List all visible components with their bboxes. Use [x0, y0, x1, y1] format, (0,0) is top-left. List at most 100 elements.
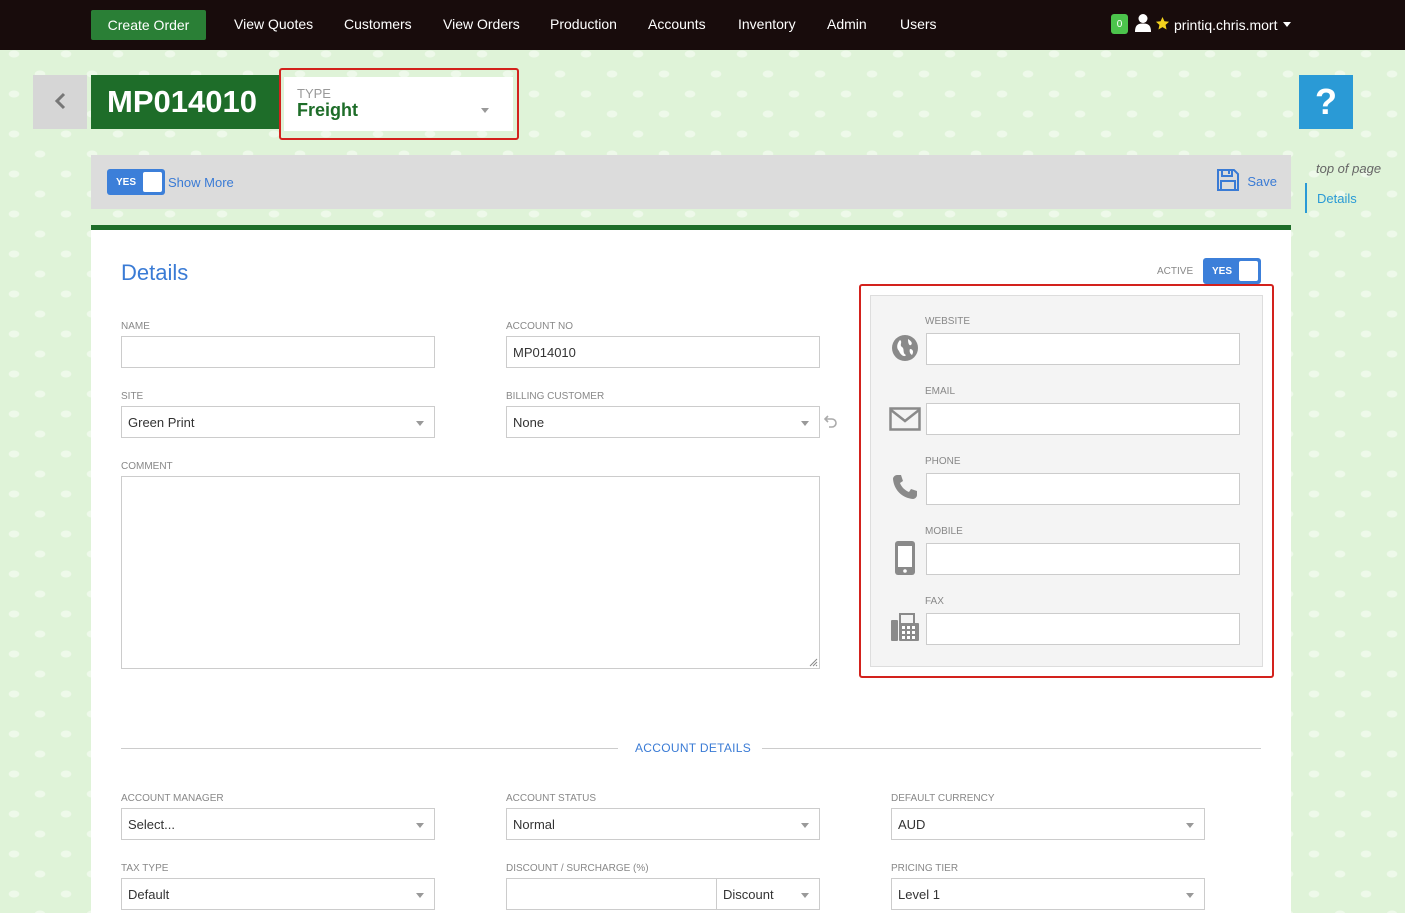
discount-mode-value: Discount: [723, 886, 774, 902]
account-status-value: Normal: [513, 816, 555, 832]
back-button[interactable]: [33, 75, 87, 129]
save-button[interactable]: Save: [1216, 168, 1277, 195]
billing-customer-select[interactable]: None: [506, 406, 820, 438]
mobile-field[interactable]: [926, 543, 1240, 575]
account-manager-value: Select...: [128, 816, 175, 832]
chevron-down-icon: [1283, 22, 1292, 27]
phone-icon: [891, 473, 919, 501]
active-label: ACTIVE: [1157, 266, 1194, 277]
resize-handle-icon[interactable]: [809, 658, 818, 667]
show-more-toggle[interactable]: YES: [107, 169, 165, 195]
fax-field[interactable]: [926, 613, 1240, 645]
discount-label: DISCOUNT / SURCHARGE (%): [506, 863, 649, 874]
name-field[interactable]: [121, 336, 435, 368]
floppy-disk-icon: [1216, 168, 1240, 195]
nav-view-orders[interactable]: View Orders: [443, 16, 520, 32]
discount-mode-select[interactable]: Discount: [716, 878, 820, 910]
pricing-tier-value: Level 1: [898, 886, 940, 902]
email-field[interactable]: [926, 403, 1240, 435]
fax-label: FAX: [925, 596, 944, 607]
type-value: Freight: [297, 100, 358, 120]
divider-left: [121, 748, 618, 749]
show-more-link[interactable]: Show More: [168, 175, 234, 190]
site-select[interactable]: Green Print: [121, 406, 435, 438]
nav-customers[interactable]: Customers: [344, 16, 412, 32]
help-button[interactable]: ?: [1299, 75, 1353, 129]
fax-icon: [889, 611, 921, 643]
default-currency-select[interactable]: AUD: [891, 808, 1205, 840]
comment-label: COMMENT: [121, 461, 173, 472]
toggle-knob: [143, 172, 162, 192]
chevron-down-icon: [801, 823, 809, 828]
account-details-heading: ACCOUNT DETAILS: [635, 741, 752, 755]
chevron-down-icon: [416, 893, 424, 898]
top-navigation-bar: Create Order View Quotes Customers View …: [0, 0, 1405, 50]
create-order-button[interactable]: Create Order: [91, 10, 206, 40]
chevron-down-icon: [801, 893, 809, 898]
site-value: Green Print: [128, 414, 195, 430]
section-title: Details: [121, 260, 189, 285]
toggle-knob: [1239, 261, 1258, 281]
chevron-down-icon: [801, 421, 809, 426]
nav-production[interactable]: Production: [550, 16, 617, 32]
nav-inventory[interactable]: Inventory: [738, 16, 796, 32]
email-label: EMAIL: [925, 386, 956, 397]
user-icon: [1135, 13, 1151, 36]
pricing-tier-select[interactable]: Level 1: [891, 878, 1205, 910]
type-label: TYPE: [297, 86, 331, 101]
type-select[interactable]: TYPE Freight: [284, 77, 513, 131]
record-id-title: MP014010: [91, 75, 279, 129]
side-nav-details[interactable]: Details: [1305, 183, 1357, 213]
nav-users[interactable]: Users: [900, 16, 937, 32]
account-manager-select[interactable]: Select...: [121, 808, 435, 840]
toolbar: YES Show More Save: [91, 155, 1291, 209]
notification-badge[interactable]: 0: [1111, 14, 1128, 34]
star-icon: [1155, 16, 1170, 34]
active-toggle[interactable]: YES: [1203, 258, 1261, 284]
phone-label: PHONE: [925, 456, 961, 467]
nav-view-quotes[interactable]: View Quotes: [234, 16, 313, 32]
details-panel: Details ACTIVE YES NAME ACCOUNT NO MP014…: [91, 225, 1291, 913]
divider-right: [762, 748, 1261, 749]
contact-highlight-box: WEBSITE EMAIL PHONE MOBILE FAX: [859, 284, 1274, 678]
chevron-down-icon: [1186, 893, 1194, 898]
toggle-label: YES: [116, 176, 137, 188]
pricing-tier-label: PRICING TIER: [891, 863, 959, 874]
nav-admin[interactable]: Admin: [827, 16, 867, 32]
account-no-label: ACCOUNT NO: [506, 321, 574, 332]
name-label: NAME: [121, 321, 150, 332]
default-currency-value: AUD: [898, 816, 926, 832]
nav-accounts[interactable]: Accounts: [648, 16, 706, 32]
discount-input[interactable]: [506, 878, 717, 910]
user-menu[interactable]: printiq.chris.mort: [1135, 13, 1292, 36]
chevron-down-icon: [1186, 823, 1194, 828]
save-label: Save: [1247, 174, 1277, 189]
tax-type-value: Default: [128, 886, 170, 902]
website-field[interactable]: [926, 333, 1240, 365]
account-status-select[interactable]: Normal: [506, 808, 820, 840]
chevron-left-icon: [53, 92, 67, 113]
username-label: printiq.chris.mort: [1174, 16, 1278, 33]
tax-type-select[interactable]: Default: [121, 878, 435, 910]
toggle-label: YES: [1212, 265, 1233, 277]
type-highlight-box: TYPE Freight: [279, 68, 519, 140]
contact-panel: WEBSITE EMAIL PHONE MOBILE FAX: [870, 295, 1263, 667]
mobile-phone-icon: [893, 539, 917, 577]
mobile-label: MOBILE: [925, 526, 963, 537]
default-currency-label: DEFAULT CURRENCY: [891, 793, 995, 804]
undo-icon[interactable]: [823, 414, 838, 431]
envelope-icon: [889, 406, 921, 432]
comment-textarea[interactable]: [121, 476, 820, 669]
chevron-down-icon: [416, 823, 424, 828]
tax-type-label: TAX TYPE: [121, 863, 169, 874]
phone-field[interactable]: [926, 473, 1240, 505]
chevron-down-icon: [481, 108, 489, 113]
account-manager-label: ACCOUNT MANAGER: [121, 793, 224, 804]
account-status-label: ACCOUNT STATUS: [506, 793, 597, 804]
billing-customer-label: BILLING CUSTOMER: [506, 391, 605, 402]
billing-customer-value: None: [513, 414, 545, 430]
account-no-field[interactable]: MP014010: [506, 336, 820, 368]
website-label: WEBSITE: [925, 316, 971, 327]
side-nav-top-of-page[interactable]: top of page: [1316, 161, 1381, 176]
chevron-down-icon: [416, 421, 424, 426]
